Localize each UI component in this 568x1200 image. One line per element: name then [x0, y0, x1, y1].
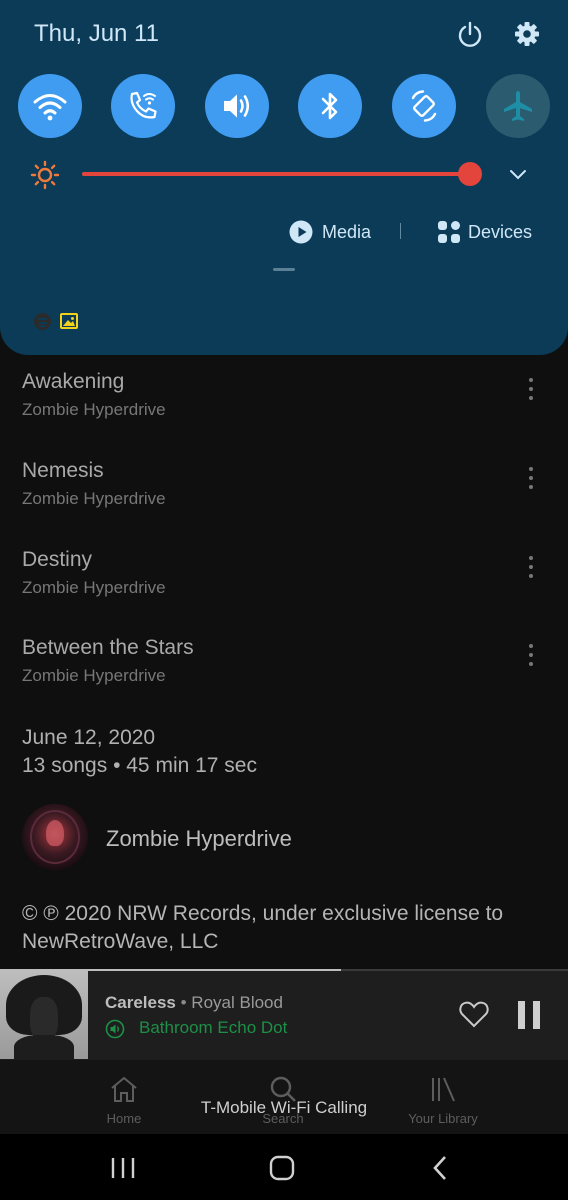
wifi-calling-icon — [130, 91, 157, 119]
more-options-icon[interactable] — [526, 644, 536, 674]
now-playing-title: Careless • Royal Blood — [105, 993, 283, 1013]
bluetooth-toggle[interactable] — [298, 74, 362, 138]
track-title: Nemesis — [22, 459, 104, 482]
recents-icon[interactable] — [110, 1156, 136, 1180]
toast-message: T-Mobile Wi-Fi Calling — [200, 1098, 368, 1117]
play-circle-icon — [289, 220, 313, 244]
speaker-icon — [105, 1019, 125, 1039]
gallery-notification-icon — [60, 313, 78, 329]
auto-rotate-toggle[interactable] — [392, 74, 456, 138]
more-options-icon[interactable] — [526, 467, 536, 497]
spotify-notification-icon — [34, 313, 51, 330]
brightness-slider[interactable] — [82, 162, 483, 186]
volume-icon — [224, 94, 250, 118]
song-title: Careless — [105, 993, 176, 1012]
track-artist: Zombie Hyperdrive — [22, 578, 166, 597]
album-art — [0, 971, 88, 1059]
more-options-icon[interactable] — [526, 378, 536, 408]
wifi-icon — [33, 94, 67, 121]
title-separator: • — [175, 993, 192, 1012]
song-artist: Royal Blood — [191, 993, 283, 1012]
artist-avatar — [22, 804, 88, 870]
system-navigation-bar — [0, 1134, 568, 1200]
brightness-slider-thumb[interactable] — [458, 162, 483, 186]
devices-grid-icon — [438, 221, 460, 243]
brightness-sun-icon — [30, 160, 60, 190]
home-button-icon[interactable] — [268, 1154, 296, 1182]
release-summary: 13 songs • 45 min 17 sec — [22, 754, 257, 777]
track-artist: Zombie Hyperdrive — [22, 400, 166, 419]
media-label: Media — [322, 222, 372, 242]
brightness-slider-fill — [82, 172, 471, 176]
wifi-toggle[interactable] — [18, 74, 82, 138]
artist-link[interactable]: Zombie Hyperdrive — [22, 804, 542, 870]
back-icon[interactable] — [430, 1154, 450, 1182]
sound-toggle[interactable] — [205, 74, 269, 138]
track-row[interactable]: Destiny Zombie Hyperdrive — [22, 548, 552, 628]
bluetooth-icon — [321, 92, 338, 120]
track-title: Destiny — [22, 548, 93, 571]
device-name: Bathroom Echo Dot — [139, 1018, 288, 1037]
panel-drag-handle[interactable] — [273, 268, 295, 271]
chevron-down-icon[interactable] — [508, 166, 528, 182]
pause-button[interactable] — [518, 1001, 542, 1029]
release-info: June 12, 2020 13 songs • 45 min 17 sec — [22, 724, 257, 780]
rotate-icon — [411, 90, 437, 122]
settings-gear-icon[interactable] — [513, 20, 541, 48]
airplane-icon — [504, 91, 532, 121]
power-icon[interactable] — [456, 20, 484, 48]
airplane-mode-toggle[interactable] — [486, 74, 550, 138]
copyright-text: © ℗ 2020 NRW Records, under exclusive li… — [22, 902, 504, 953]
bottom-tab-bar: Home Search Your Library — [0, 1059, 568, 1134]
track-artist: Zombie Hyperdrive — [22, 666, 166, 685]
now-playing-bar[interactable]: Careless • Royal Blood Bathroom Echo Dot — [0, 971, 568, 1059]
divider — [400, 223, 401, 239]
release-date: June 12, 2020 — [22, 726, 156, 749]
heart-icon[interactable] — [458, 999, 490, 1029]
track-title: Between the Stars — [22, 636, 194, 659]
track-row[interactable]: Between the Stars Zombie Hyperdrive — [22, 636, 552, 716]
track-row[interactable]: Nemesis Zombie Hyperdrive — [22, 459, 552, 539]
date-label: Thu, Jun 11 — [34, 20, 159, 47]
track-artist: Zombie Hyperdrive — [22, 489, 166, 508]
track-title: Awakening — [22, 370, 125, 393]
more-options-icon[interactable] — [526, 556, 536, 586]
devices-label: Devices — [468, 222, 533, 242]
quick-settings-panel: Thu, Jun 11 Media Devices — [0, 0, 568, 355]
wifi-calling-toggle[interactable] — [111, 74, 175, 138]
artist-name: Zombie Hyperdrive — [106, 826, 292, 851]
track-row[interactable]: Awakening Zombie Hyperdrive — [22, 370, 552, 450]
